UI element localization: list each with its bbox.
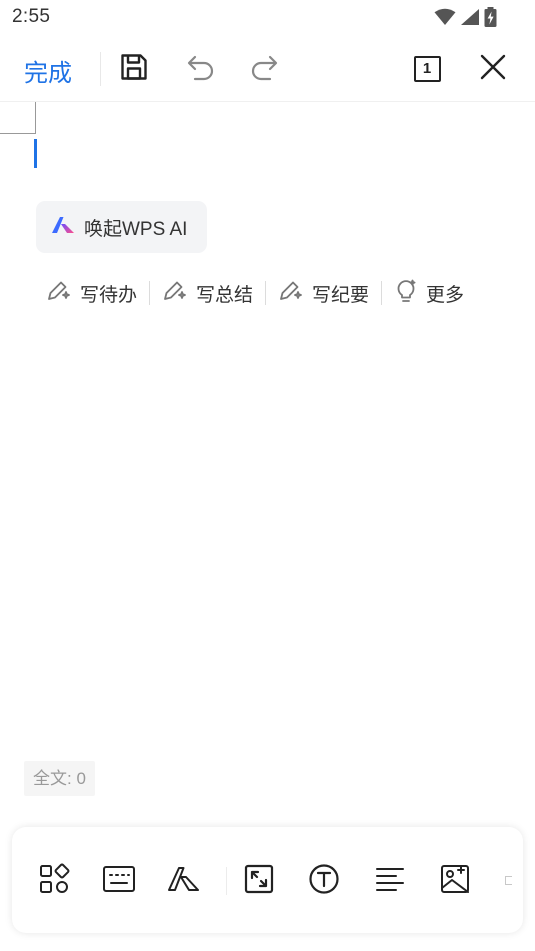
paragraph-align-button[interactable]: [372, 863, 408, 899]
redo-button[interactable]: [248, 52, 282, 86]
ai-pen-icon: [162, 278, 196, 309]
expand-icon: [244, 864, 274, 899]
text-cursor[interactable]: [34, 139, 37, 168]
bottom-toolbar: [12, 827, 523, 933]
toolbar-divider: [226, 867, 227, 895]
wifi-icon: [434, 8, 456, 26]
editor-toolbar: 完成 1: [0, 40, 535, 102]
more-tools-edge-icon[interactable]: [505, 876, 512, 885]
keyboard-icon: [102, 865, 136, 898]
wps-ai-logo-icon: [50, 215, 84, 240]
status-icons: [434, 7, 497, 27]
suggestion-summary-label: 写总结: [196, 284, 254, 306]
text-format-icon: [308, 863, 340, 900]
battery-charging-icon: [484, 7, 497, 27]
wps-ai-label: 唤起WPS AI: [84, 218, 188, 240]
done-button[interactable]: 完成: [24, 53, 72, 88]
toolbar-divider: [100, 52, 101, 86]
suggestion-divider: [265, 281, 267, 305]
page-count-button[interactable]: 1: [410, 52, 444, 86]
image-icon: [440, 864, 470, 899]
ai-pen-icon: [278, 278, 312, 309]
word-count: 全文: 0: [24, 761, 95, 796]
undo-button[interactable]: [183, 52, 217, 86]
suggestion-more[interactable]: 更多: [394, 278, 464, 309]
insert-image-button[interactable]: [437, 863, 473, 899]
status-time: 2:55: [12, 6, 51, 27]
wps-ai-tool-button[interactable]: [166, 863, 202, 899]
text-format-button[interactable]: [306, 863, 342, 899]
redo-icon: [249, 53, 281, 86]
apps-button[interactable]: [36, 863, 72, 899]
suggestion-todo-label: 写待办: [80, 284, 138, 306]
fullscreen-button[interactable]: [241, 863, 277, 899]
screen: 2:55 完成 1 唤起WPS AI 写待办 写总结 写纪要 更多 全文: 0: [0, 0, 535, 951]
close-button[interactable]: [476, 52, 510, 86]
suggestion-divider: [381, 281, 383, 305]
apps-grid-icon: [38, 863, 70, 900]
page-margin-marker: [0, 102, 36, 134]
wps-ai-outline-icon: [167, 865, 201, 898]
wps-ai-button[interactable]: 唤起WPS AI: [36, 201, 207, 253]
undo-icon: [184, 53, 216, 86]
suggestion-summary[interactable]: 写总结: [162, 278, 253, 309]
suggestion-minutes-label: 写纪要: [312, 284, 370, 306]
page-count-badge: 1: [413, 56, 441, 82]
ai-suggestion-row: 写待办 写总结 写纪要 更多: [46, 277, 464, 309]
keyboard-button[interactable]: [101, 863, 137, 899]
suggestion-todo[interactable]: 写待办: [46, 278, 137, 309]
status-bar: 2:55: [0, 0, 535, 36]
suggestion-divider: [149, 281, 151, 305]
suggestion-more-label: 更多: [426, 284, 465, 306]
ai-pen-icon: [46, 278, 80, 309]
suggestion-minutes[interactable]: 写纪要: [278, 278, 369, 309]
save-icon: [119, 52, 149, 87]
save-button[interactable]: [117, 52, 151, 86]
close-icon: [479, 53, 507, 86]
lightbulb-icon: [394, 278, 426, 309]
cellular-signal-icon: [460, 8, 480, 26]
align-left-icon: [374, 865, 406, 898]
